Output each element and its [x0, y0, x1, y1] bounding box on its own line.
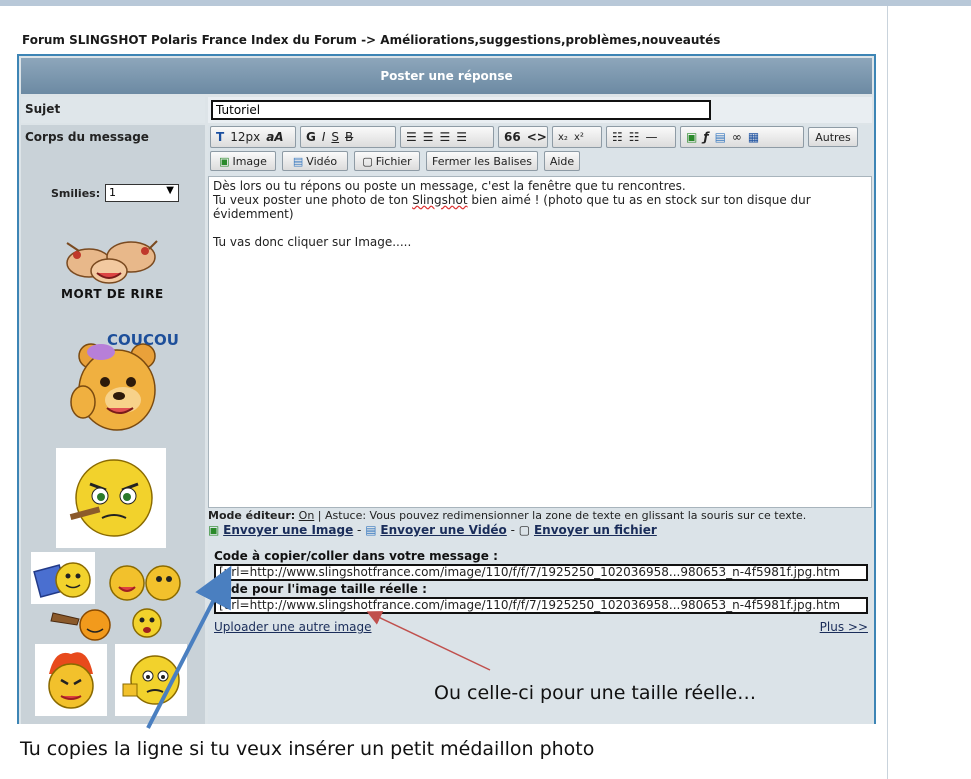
close-tags-button[interactable]: Fermer les Balises — [426, 151, 538, 171]
message-line-4: Tu vas donc cliquer sur Image..... — [213, 235, 412, 249]
smilies-select-value: 1 — [109, 186, 116, 199]
smiley-thumbs-down[interactable] — [115, 644, 187, 716]
file-button[interactable]: ▢ Fichier — [354, 151, 420, 171]
plus-link[interactable]: Plus >> — [820, 620, 868, 634]
code-button[interactable]: <> — [527, 130, 547, 144]
script-group: x₂ x² — [552, 126, 602, 148]
image-icon: ▣ — [208, 523, 220, 537]
font-size-value[interactable]: 12px — [230, 130, 260, 144]
numbered-list-icon[interactable]: ☷ — [629, 130, 640, 144]
upload-links: ▣ Envoyer une Image - ▤ Envoyer une Vidé… — [208, 523, 657, 537]
quote-group: 66 <> — [498, 126, 548, 148]
message-line-1: Dès lors ou tu répons ou poste un messag… — [213, 179, 686, 193]
file-button-label: Fichier — [375, 154, 412, 168]
chevron-down-icon: ▼ — [166, 185, 174, 196]
underline-button[interactable]: S — [331, 130, 339, 144]
align-left-icon[interactable]: ☰ — [406, 130, 417, 144]
align-center-icon[interactable]: ☰ — [423, 130, 434, 144]
form-header: Poster une réponse — [21, 58, 872, 94]
send-video-link[interactable]: Envoyer une Vidéo — [380, 523, 506, 537]
video-button[interactable]: ▤ Vidéo — [282, 151, 348, 171]
body-label: Corps du message — [25, 130, 149, 144]
image-button-label: Image — [232, 154, 267, 168]
file-icon: ▢ — [518, 523, 531, 537]
smiley-bat[interactable] — [49, 603, 117, 643]
font-face-icon[interactable]: aA — [266, 130, 283, 144]
smiley-coucou-caption: COUCOU — [107, 331, 179, 349]
align-group: ☰ ☰ ☰ ☰ — [400, 126, 494, 148]
subject-row: Sujet Tutoriel — [21, 97, 872, 123]
video-icon: ▤ — [292, 154, 304, 168]
insert-group: ▣ ƒ ▤ ∞ ▦ — [680, 126, 804, 148]
left-panel: Corps du message Smilies: 1 ▼ MORT DE RI… — [21, 125, 205, 724]
annotation-real-size: Ou celle-ci pour une taille réelle… — [434, 682, 757, 704]
send-image-link[interactable]: Envoyer une Image — [223, 523, 353, 537]
bold-button[interactable]: G — [306, 130, 316, 144]
list-group: ☷ ☷ — — [606, 126, 676, 148]
help-button[interactable]: Aide — [544, 151, 580, 171]
breadcrumb[interactable]: Forum SLINGSHOT Polaris France Index du … — [22, 33, 720, 47]
align-justify-icon[interactable]: ☰ — [456, 130, 467, 144]
table-icon[interactable]: ▦ — [748, 130, 759, 144]
mode-line: Mode éditeur: On | Astuce: Vous pouvez r… — [208, 509, 806, 522]
italic-button[interactable]: I — [322, 130, 326, 144]
hr-icon[interactable]: — — [646, 130, 658, 144]
page-right-border — [887, 6, 888, 779]
code-field[interactable]: [url=http://www.slingshotfrance.com/imag… — [214, 564, 868, 581]
smiley-shock[interactable] — [127, 605, 167, 641]
smiley-duo[interactable] — [105, 557, 183, 607]
image-button[interactable]: ▣ Image — [210, 151, 276, 171]
smiley-gift[interactable] — [31, 552, 95, 604]
subscript-button[interactable]: x₂ — [558, 132, 568, 143]
mode-toggle-link[interactable]: On — [299, 509, 315, 522]
strike-button[interactable]: B — [345, 130, 353, 144]
send-file-link[interactable]: Envoyer un fichier — [534, 523, 657, 537]
editor-tip: | Astuce: Vous pouvez redimensionner la … — [314, 509, 807, 522]
superscript-button[interactable]: x² — [574, 132, 584, 143]
quote-button[interactable]: 66 — [504, 130, 521, 144]
real-size-label: Code pour l'image taille réelle : — [214, 582, 427, 596]
subject-cell: Tutoriel — [208, 97, 872, 123]
post-reply-form: Poster une réponse Sujet Tutoriel Corps … — [17, 54, 876, 724]
code-label: Code à copier/coller dans votre message … — [214, 549, 498, 563]
file-icon: ▢ — [362, 154, 373, 168]
video-icon: ▤ — [365, 523, 377, 537]
annotation-thumbnail: Tu copies la ligne si tu veux insérer un… — [20, 738, 595, 760]
mode-label: Mode éditeur: — [208, 509, 296, 522]
upload-other-link[interactable]: Uploader une autre image — [214, 620, 372, 634]
subject-input[interactable]: Tutoriel — [211, 100, 711, 120]
bullet-list-icon[interactable]: ☷ — [612, 130, 623, 144]
editor-area: T 12px aA G I S B ☰ ☰ ☰ ☰ 66 <> x₂ x² ☷ … — [208, 125, 872, 724]
message-line-3: évidemment) — [213, 207, 294, 221]
smilies-label: Smilies: — [51, 187, 101, 200]
smiley-cigar[interactable] — [56, 448, 166, 548]
smiley-fire[interactable] — [35, 644, 107, 716]
smilies-select[interactable]: 1 ▼ — [105, 184, 179, 202]
align-right-icon[interactable]: ☰ — [440, 130, 451, 144]
message-line-2: Tu veux poster une photo de ton Slingsho… — [213, 193, 811, 207]
text-color-icon[interactable]: T — [216, 130, 224, 144]
image-icon: ▣ — [219, 154, 230, 168]
font-group: T 12px aA — [210, 126, 296, 148]
format-group: G I S B — [300, 126, 396, 148]
flash-icon[interactable]: ƒ — [703, 130, 708, 144]
smiley-mort-de-rire-caption: MORT DE RIRE — [61, 287, 164, 301]
subject-label: Sujet — [21, 97, 205, 123]
link-icon[interactable]: ∞ — [732, 130, 742, 144]
real-size-field[interactable]: [url=http://www.slingshotfrance.com/imag… — [214, 597, 868, 614]
video-icon[interactable]: ▤ — [715, 130, 726, 144]
message-textarea[interactable]: Dès lors ou tu répons ou poste un messag… — [208, 176, 872, 508]
autres-button[interactable]: Autres — [808, 127, 858, 147]
window-top-strip — [0, 0, 971, 6]
video-button-label: Vidéo — [306, 154, 338, 168]
image-icon[interactable]: ▣ — [686, 130, 697, 144]
